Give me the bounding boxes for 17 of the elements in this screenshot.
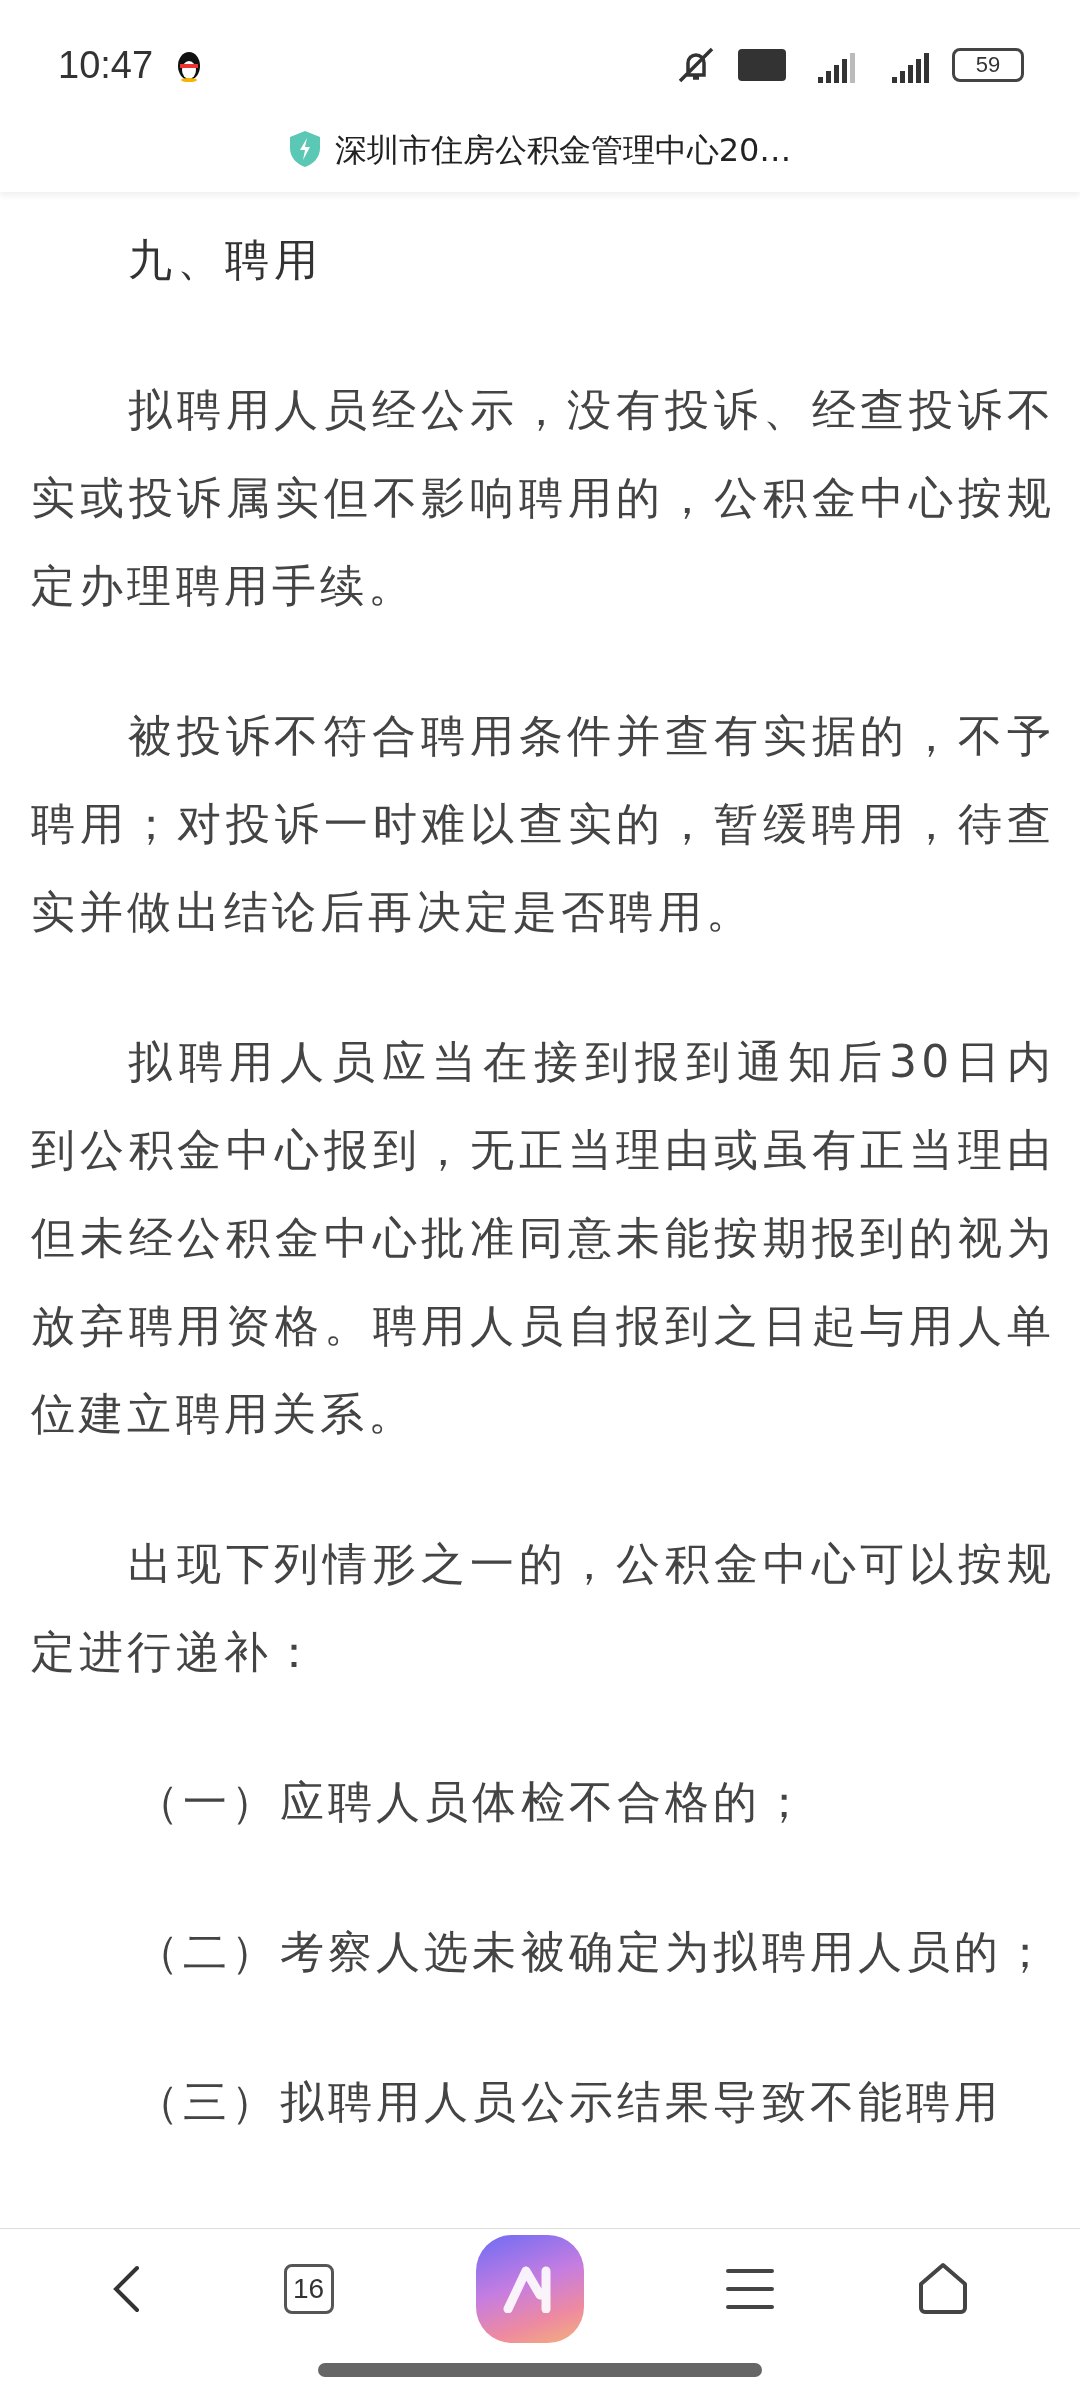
list-item-text: （一）应聘人员体检不合格的； xyxy=(134,1775,811,1829)
battery-indicator: 59 xyxy=(952,48,1024,82)
back-icon[interactable] xyxy=(111,2265,142,2313)
shield-icon xyxy=(288,130,321,168)
clock-time: 10:47 xyxy=(58,43,154,87)
list-item-text: （三）拟聘用人员公示结果导致不能聘用 xyxy=(134,2075,1004,2129)
paragraph: 拟聘用人员应当在接到报到通知后30日内到公积金中心报到，无正当理由或虽有正当理由但未经公积金中心批准同意未能按期报到的视为放弃聘用资格。聘用人员自报到之日起与用人单位建立聘用关系。 xyxy=(31,1035,1055,1441)
paragraph: 出现下列情形之一的，公积金中心可以按规定进行递补： xyxy=(31,1537,1055,1679)
section-heading: 九、聘用 xyxy=(127,233,324,287)
menu-icon[interactable] xyxy=(726,2267,775,2311)
app-logo-icon[interactable] xyxy=(475,2235,584,2343)
paragraph: 被投诉不符合聘用条件并查有实据的，不予聘用；对投诉一时难以查实的，暂缓聘用，待查实并做出结论后再决定是否聘用。 xyxy=(31,709,1055,939)
tab-count-button[interactable]: 16 xyxy=(283,2264,334,2314)
list-item-text: （二）考察人选未被确定为拟聘用人员的； xyxy=(134,1925,1052,1979)
paragraph: 拟聘用人员经公示，没有投诉、经查投诉不实或投诉属实但不影响聘用的，公积金中心按规定办理聘用手续。 xyxy=(31,383,1055,613)
home-icon[interactable] xyxy=(916,2262,969,2316)
page-title: 深圳市住房公积金管理中心20… xyxy=(334,130,792,170)
